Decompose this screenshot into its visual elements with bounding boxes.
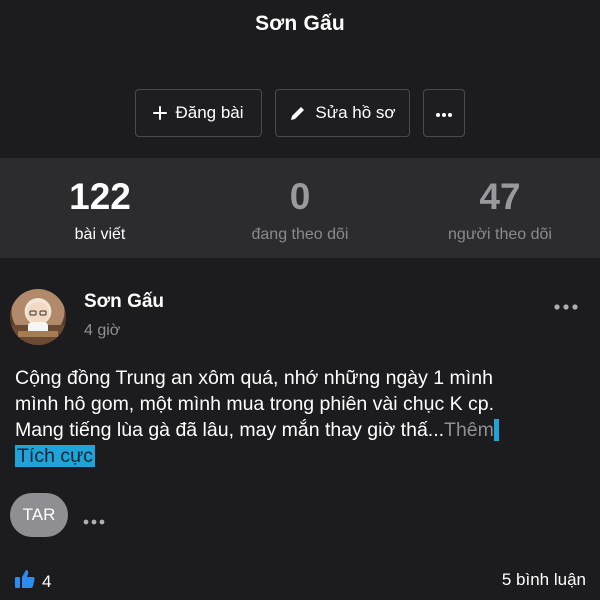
plus-icon [153, 106, 168, 120]
post-text-line-2: mình hô gom, một mình mua trong phiên và… [15, 393, 495, 415]
stat-following[interactable]: 0 đang theo dõi [200, 176, 400, 244]
sentiment-tag[interactable]: Tích cực [15, 445, 95, 467]
post-text-line-3-content: Mang tiếng lùa gà đã lâu, may mắn thay g… [15, 419, 445, 441]
create-post-label: Đăng bài [175, 103, 244, 122]
stat-followers-value: 47 [479, 176, 521, 217]
profile-name: Sơn Gấu [255, 12, 345, 35]
read-more-link[interactable]: Thêm [444, 419, 494, 441]
selection-caret [493, 419, 500, 441]
profile-stats: 122 bài viết 0 đang theo dõi 47 người th… [0, 158, 600, 258]
post-body: Cộng đồng Trung an xôm quá, nhớ những ng… [15, 365, 590, 469]
post-text-line-4: Tích cực [15, 443, 590, 469]
thumbs-up-icon [14, 569, 36, 594]
post-text-line-3: Mang tiếng lùa gà đã lâu, may mắn thay g… [15, 417, 590, 443]
pencil-icon [289, 104, 307, 122]
stat-posts-label: bài viết [74, 226, 126, 243]
profile-header: Sơn Gấu Đăng bài Sửa hồ sơ [0, 0, 600, 158]
profile-more-button[interactable] [423, 89, 465, 137]
stat-followers[interactable]: 47 người theo dõi [400, 176, 600, 244]
post-time: 4 giờ [84, 322, 121, 339]
stat-posts-value: 122 [69, 176, 131, 217]
create-post-button[interactable]: Đăng bài [135, 89, 262, 137]
like-button[interactable]: 4 [14, 569, 51, 594]
profile-actions: Đăng bài Sửa hồ sơ [0, 89, 600, 137]
avatar[interactable] [10, 289, 66, 345]
comments-link[interactable]: 5 bình luận [502, 570, 586, 590]
edit-profile-label: Sửa hồ sơ [315, 103, 396, 122]
more-dots-icon [435, 103, 453, 123]
more-tickers-icon[interactable] [83, 512, 105, 525]
stat-following-value: 0 [289, 176, 311, 217]
post-author[interactable]: Sơn Gấu [84, 291, 164, 313]
stat-posts[interactable]: 122 bài viết [0, 176, 200, 244]
post-text-line-1: Cộng đồng Trung an xôm quá, nhớ những ng… [15, 367, 493, 389]
post-menu-icon[interactable] [553, 298, 579, 310]
stat-followers-label: người theo dõi [448, 226, 552, 243]
edit-profile-button[interactable]: Sửa hồ sơ [275, 89, 410, 137]
stat-following-label: đang theo dõi [251, 226, 349, 243]
ticker-tag-button[interactable]: TAR [10, 493, 68, 537]
post-card: Sơn Gấu 4 giờ Cộng đồng Trung an xôm quá… [0, 258, 600, 600]
like-count: 4 [42, 571, 52, 591]
